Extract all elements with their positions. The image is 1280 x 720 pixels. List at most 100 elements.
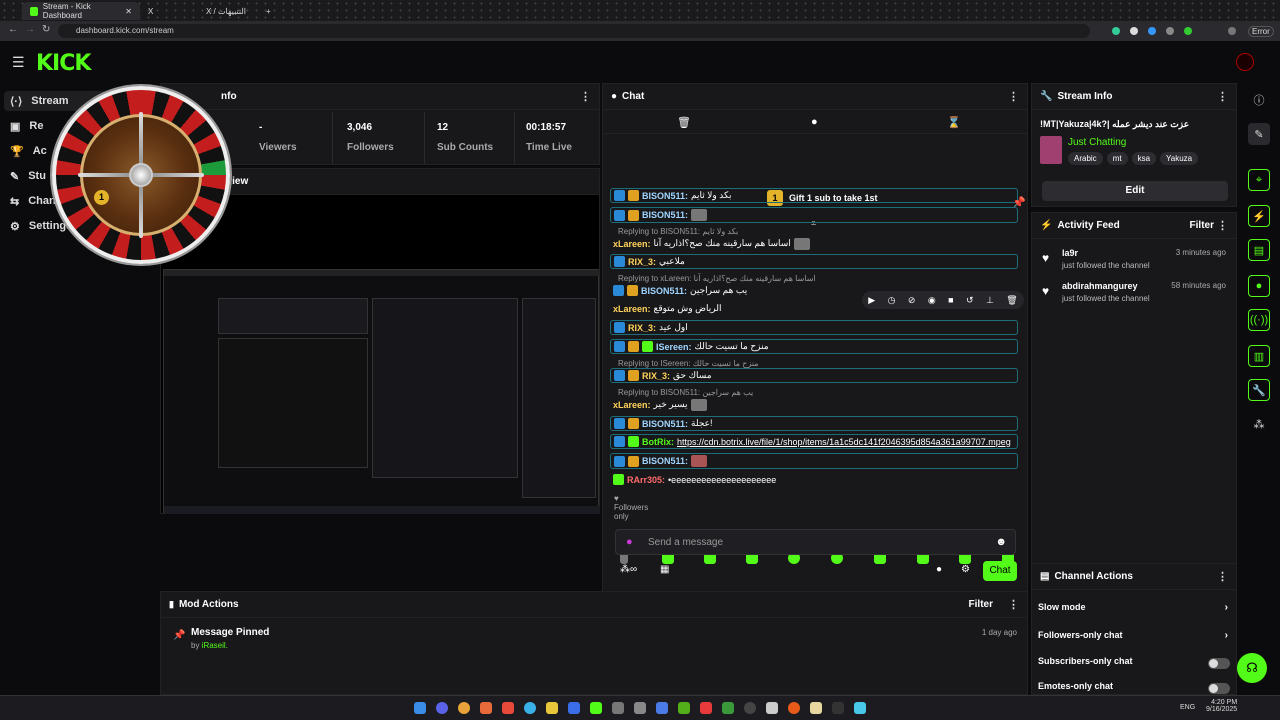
document-icon[interactable]: ▤ <box>1248 239 1270 261</box>
app-icon[interactable] <box>612 702 624 714</box>
app-icon[interactable] <box>766 702 778 714</box>
app-icon[interactable] <box>854 702 866 714</box>
start-icon[interactable] <box>414 702 426 714</box>
chat-message[interactable]: BISON511: <box>610 207 1018 223</box>
chat-username[interactable]: BISON511: <box>642 191 688 201</box>
more-options-icon[interactable]: ⋮ <box>1008 598 1019 611</box>
app-icon[interactable] <box>502 702 514 714</box>
gear-icon[interactable]: ⚙ <box>961 564 970 575</box>
app-icon[interactable] <box>722 702 734 714</box>
chat-bubble-icon[interactable]: ● <box>811 116 818 128</box>
community-icon[interactable]: ⁂∞ <box>620 564 637 575</box>
wrench-icon[interactable]: 🔧 <box>1248 379 1270 401</box>
sidebar-item-revenue[interactable]: ▣ Re <box>10 116 43 136</box>
close-tab-icon[interactable]: ✕ <box>125 7 132 16</box>
chat-message[interactable]: RIX_3: مساك حق <box>610 368 1018 383</box>
sidebar-item-achievements[interactable]: 🏆 Ac <box>10 141 47 161</box>
crosshair-icon[interactable]: ⌖ <box>1248 169 1270 191</box>
chat-username[interactable]: RIX_3: <box>628 257 656 267</box>
hourglass-icon[interactable]: ⌛ <box>947 116 961 129</box>
chat-message[interactable]: ISereen: منزح ما تسيت حالك <box>610 339 1018 354</box>
reply-context[interactable]: Replying to BISON511: يب هم سراجين <box>618 388 753 397</box>
chat-username[interactable]: BISON511: <box>641 286 687 296</box>
new-tab-icon[interactable]: + <box>258 2 274 20</box>
chat-message[interactable]: BotRix: https://cdn.botrix.live/file/1/sh… <box>610 434 1018 449</box>
subscribers-only-toggle[interactable] <box>1208 658 1230 669</box>
bolt-icon[interactable]: ⚡ <box>1248 205 1270 227</box>
chat-icon[interactable]: ● <box>1248 275 1270 297</box>
more-options-icon[interactable]: ⋮ <box>1217 219 1228 232</box>
chat-username[interactable]: RArr305: <box>627 475 665 485</box>
chat-username[interactable]: xLareen: <box>613 239 651 249</box>
support-button[interactable]: ☊ <box>1237 653 1267 683</box>
community-icon[interactable]: ⁂ <box>1248 413 1270 435</box>
app-icon[interactable] <box>810 702 822 714</box>
more-options-icon[interactable]: ⋮ <box>580 90 591 103</box>
chat-message[interactable]: BISON511: <box>610 453 1018 469</box>
slow-mode-row[interactable]: Slow mode › <box>1038 602 1228 613</box>
mod-action-user[interactable]: iRaseil. <box>202 641 228 650</box>
microphone-icon[interactable]: ● <box>626 536 633 548</box>
folder-icon[interactable] <box>546 702 558 714</box>
emotes-only-toggle[interactable] <box>1208 683 1230 694</box>
app-icon[interactable] <box>678 702 690 714</box>
forward-icon[interactable]: → <box>25 24 35 35</box>
extension-icon[interactable] <box>1148 27 1156 35</box>
tag[interactable]: Yakuza <box>1160 152 1199 165</box>
tab-x-notifications[interactable]: X / التنبيهات <box>198 2 260 20</box>
chat-username[interactable]: xLareen: <box>613 400 651 410</box>
chat-message[interactable]: RIX_3: اول عيد <box>610 320 1018 335</box>
tag[interactable]: mt <box>1106 152 1128 165</box>
reply-context[interactable]: Replying to BISON511: بكد ولا ثايم <box>618 227 738 236</box>
chat-username[interactable]: RIX_3: <box>642 371 670 381</box>
profile-error-badge[interactable]: Error <box>1248 26 1274 37</box>
edit-icon[interactable]: ✎ <box>1248 123 1270 145</box>
chat-username[interactable]: xLareen: <box>613 304 651 314</box>
tab-kick-dashboard[interactable]: Stream - Kick Dashboard ✕ <box>22 2 140 20</box>
app-icon[interactable] <box>436 702 448 714</box>
tab-x[interactable]: X <box>140 2 192 20</box>
app-icon[interactable] <box>700 702 712 714</box>
url-field[interactable]: dashboard.kick.com/stream <box>58 24 1090 38</box>
chat-message[interactable]: BISON511: عجلة! <box>610 416 1018 431</box>
chevron-right-icon[interactable]: › <box>1225 630 1228 641</box>
more-options-icon[interactable]: ⋮ <box>1217 570 1228 583</box>
extension-icon[interactable] <box>1166 27 1174 35</box>
followers-only-row[interactable]: Followers-only chat › <box>1038 630 1228 641</box>
chat-message[interactable]: RArr305: •eeeeeeeeeeeeeeeeeeeee <box>610 472 1018 487</box>
sidebar-item-studio[interactable]: ✎ Stu <box>10 166 46 186</box>
chat-username[interactable]: BISON511: <box>642 456 688 466</box>
reply-context[interactable]: Replying to ISereen: منزح ما تسيت حالك <box>618 359 759 368</box>
chat-message[interactable]: xLareen: اساسا هم سارقينه منك صح؟اذاريه آ… <box>610 236 1018 251</box>
menu-icon[interactable]: ☰ <box>12 54 25 71</box>
chat-username[interactable]: BISON511: <box>642 210 688 220</box>
category-link[interactable]: Just Chatting <box>1068 137 1126 148</box>
filter-button[interactable]: Filter <box>1190 220 1214 231</box>
app-icon[interactable] <box>634 702 646 714</box>
chat-username[interactable]: RIX_3: <box>628 323 656 333</box>
back-icon[interactable]: ← <box>8 24 18 35</box>
app-icon[interactable] <box>744 702 756 714</box>
extension-icon[interactable] <box>1184 27 1192 35</box>
app-icon[interactable] <box>832 702 844 714</box>
language-indicator[interactable]: ENG <box>1180 704 1195 711</box>
reply-context[interactable]: Replying to xLareen: اساسا هم سارقينه من… <box>618 274 816 283</box>
chat-input[interactable]: ● Send a message ☻ <box>615 529 1016 555</box>
app-icon[interactable] <box>568 702 580 714</box>
app-icon[interactable] <box>656 702 668 714</box>
avatar[interactable] <box>1228 27 1236 35</box>
layout-icon[interactable]: ▥ <box>1248 345 1270 367</box>
category-thumbnail[interactable] <box>1040 136 1062 164</box>
user-avatar[interactable] <box>1236 53 1254 71</box>
chat-message[interactable]: xLareen: الرياض وش متوقع <box>610 301 1018 316</box>
info-icon[interactable]: ⓘ <box>1248 89 1270 111</box>
app-icon[interactable] <box>480 702 492 714</box>
chevron-right-icon[interactable]: › <box>1225 602 1228 613</box>
more-options-icon[interactable]: ⋮ <box>1008 90 1019 103</box>
edge-icon[interactable] <box>524 702 536 714</box>
chat-bubble-icon[interactable]: ● <box>936 564 942 575</box>
app-icon[interactable] <box>590 702 602 714</box>
chat-message[interactable]: xLareen: يسير خير <box>610 397 1018 412</box>
trash-icon[interactable]: 🗑 <box>677 116 691 129</box>
chat-message[interactable]: RIX_3: ملاعبي <box>610 254 1018 269</box>
